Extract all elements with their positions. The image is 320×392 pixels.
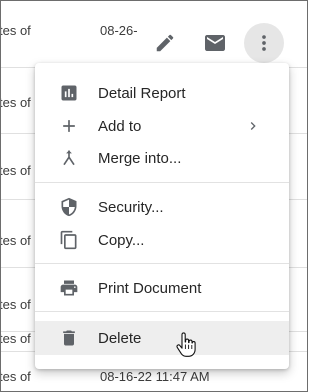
menu-item-label: Print Document (98, 279, 202, 297)
row-date: 08-26- (100, 23, 138, 38)
menu-item-security[interactable]: Security... (35, 191, 289, 223)
copy-icon (57, 228, 81, 252)
bar-chart-icon (57, 81, 81, 105)
printer-icon (57, 276, 81, 300)
shield-icon (57, 195, 81, 219)
row-date: 08-16-22 11:47 AM (100, 369, 210, 384)
menu-item-label: Delete (98, 329, 142, 347)
plus-icon (57, 114, 81, 138)
menu-divider (35, 311, 289, 312)
chevron-right-icon (245, 118, 261, 134)
mail-icon (205, 35, 225, 51)
window-frame: tes of 08-26- tes of tes of tes of tes o… (0, 0, 308, 392)
more-options-button[interactable] (244, 23, 284, 63)
menu-item-copy[interactable]: Copy... (35, 224, 289, 256)
row-description: tes of (0, 331, 31, 346)
trash-icon (57, 326, 81, 350)
menu-item-label: Merge into... (98, 149, 182, 167)
menu-item-detail-report[interactable]: Detail Report (35, 77, 289, 109)
menu-item-label: Copy... (98, 231, 145, 249)
more-vert-icon (262, 35, 266, 51)
row-description: tes of (0, 297, 31, 312)
hand-cursor-icon (176, 332, 196, 357)
menu-item-label: Detail Report (98, 84, 186, 102)
menu-divider (35, 263, 289, 264)
row-description: tes of (0, 369, 31, 384)
menu-item-print-document[interactable]: Print Document (35, 272, 289, 304)
row-description: tes of (0, 233, 31, 248)
menu-item-delete[interactable]: Delete (35, 321, 289, 355)
menu-item-label: Add to (98, 117, 142, 135)
row-description: tes of (0, 163, 31, 178)
edit-button[interactable] (145, 23, 185, 63)
row-description: tes of (0, 95, 31, 110)
menu-item-add-to[interactable]: Add to (35, 110, 289, 142)
merge-icon (57, 146, 81, 170)
row-description: tes of (0, 23, 31, 38)
menu-item-label: Security... (98, 198, 164, 216)
menu-divider (35, 182, 289, 183)
table-row[interactable]: tes of 08-26- (1, 1, 307, 68)
pencil-icon (156, 34, 174, 52)
menu-item-merge-into[interactable]: Merge into... (35, 142, 289, 174)
email-button[interactable] (195, 23, 235, 63)
context-menu: Detail Report Add to Merge into... Secur… (35, 63, 289, 369)
